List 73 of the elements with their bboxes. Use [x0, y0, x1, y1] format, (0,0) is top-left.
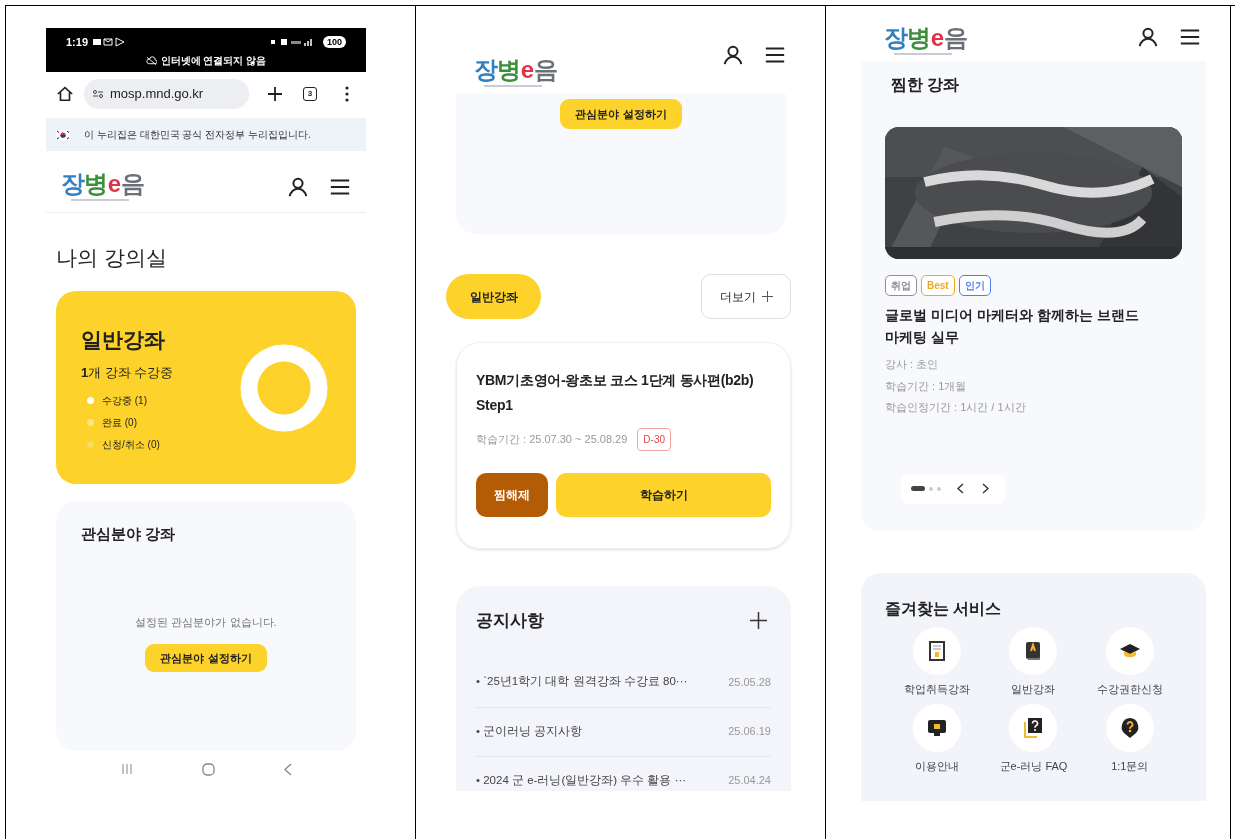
set-interest-button[interactable]: 관심분야 설정하기	[145, 644, 267, 672]
course-meta: 강사 : 초인	[885, 357, 940, 372]
site-settings-icon	[92, 89, 104, 99]
page-title: 나의 강의실	[56, 245, 168, 271]
legend-label: 수강중 (1)	[102, 393, 147, 408]
notice-title[interactable]: • 군이러닝 공지사항	[476, 722, 583, 741]
next-icon[interactable]	[982, 483, 989, 494]
site-logo[interactable]: 장병e음	[61, 172, 144, 201]
notice-title[interactable]: • 2024 군 e-러닝(일반강좌) 우수 활용 ···	[476, 771, 687, 790]
home-icon[interactable]	[56, 85, 74, 103]
tab-count[interactable]: 3	[303, 87, 317, 101]
service-item[interactable]: 일반강좌	[985, 627, 1082, 698]
course-title[interactable]: YBM기초영어-왕초보 코스 1단계 동사편(b2b) Step1	[476, 368, 771, 418]
card-title: 찜한 강좌	[891, 75, 961, 95]
menu-icon[interactable]	[764, 45, 786, 65]
site-logo[interactable]: 장병e음	[474, 58, 557, 87]
user-icon[interactable]	[1137, 26, 1159, 48]
course-meta: 학습인정기간 : 1시간 / 1시간	[885, 400, 1027, 415]
dday-badge: D-30	[637, 428, 672, 451]
notice-date: 25.06.19	[728, 724, 771, 740]
enrolled-count: 1개 강좌 수강중	[81, 364, 174, 382]
address-bar[interactable]: mosp.mnd.go.kr	[84, 79, 249, 109]
card-title: 관심분야 강좌	[81, 524, 176, 544]
service-label: 이용안내	[915, 758, 960, 774]
previous-icon[interactable]	[957, 483, 964, 494]
battery-level: 100	[322, 36, 346, 49]
course-title[interactable]: 글로벌 미디어 마케터와 함께하는 브랜드 마케팅 실무	[885, 304, 1182, 348]
course-summary-card[interactable]: 일반강좌 1개 강좌 수강중 수강중 (1) 완료 (0) 신청/취소 (0)	[56, 291, 356, 484]
card-title: 즐겨찾는 서비스	[885, 600, 1002, 617]
more-button[interactable]: 더보기	[701, 274, 791, 319]
course-meta: 학습기간 : 1개월	[885, 378, 968, 394]
service-item[interactable]: 1:1문의	[1081, 703, 1178, 774]
study-period: 학습기간 : 25.07.30 ~ 25.08.29	[476, 432, 628, 448]
study-button[interactable]: 학습하기	[556, 473, 771, 517]
service-label: 1:1문의	[1111, 758, 1149, 774]
home-button-icon[interactable]	[201, 762, 215, 776]
site-logo[interactable]: 장병e음	[884, 26, 967, 55]
more-icon[interactable]	[345, 86, 349, 102]
card-title: 공지사항	[476, 610, 544, 632]
service-label: 수강권한신청	[1096, 682, 1163, 697]
cloud-off-icon	[145, 55, 157, 65]
service-label: 군e-러닝 FAQ	[999, 758, 1068, 774]
user-icon[interactable]	[287, 175, 309, 198]
course-tag: Best	[921, 275, 955, 296]
notice-title[interactable]: • `25년1학기 대학 원격강좌 수강료 80···	[476, 673, 688, 691]
service-item[interactable]: 군e-러닝 FAQ	[985, 703, 1082, 774]
menu-icon[interactable]	[1179, 27, 1201, 47]
back-icon[interactable]	[283, 762, 292, 776]
plus-icon[interactable]	[750, 612, 767, 630]
unlike-button[interactable]: 찜해제	[476, 473, 548, 517]
flag-icon	[56, 129, 70, 140]
plus-icon	[761, 291, 773, 302]
set-interest-button[interactable]: 관심분야 설정하기	[560, 99, 682, 129]
card-title: 일반강좌	[81, 326, 166, 353]
new-tab-icon[interactable]	[267, 86, 283, 102]
offline-notice: 인터넷에 연결되지 않음	[160, 53, 267, 68]
service-item[interactable]: 학업취득강좌	[889, 627, 986, 698]
url-text: mosp.mnd.go.kr	[110, 85, 204, 104]
notice-date: 25.05.28	[728, 674, 771, 690]
service-item[interactable]: 이용안내	[889, 703, 986, 774]
legend-label: 완료 (0)	[102, 415, 137, 430]
clock-time: 1:19	[66, 35, 89, 50]
empty-message: 설정된 관심분야가 없습니다.	[135, 614, 277, 630]
course-tag: 인기	[958, 275, 991, 296]
service-item[interactable]: 수강권한신청	[1081, 627, 1178, 698]
service-label: 일반강좌	[1011, 682, 1056, 697]
user-icon[interactable]	[722, 44, 744, 66]
service-label: 학업취득강좌	[904, 682, 971, 697]
section-tab[interactable]: 일반강좌	[446, 274, 541, 319]
legend-label: 신청/취소 (0)	[102, 437, 160, 452]
gov-notice: 이 누리집은 대한민국 공식 전자정부 누리집입니다.	[84, 128, 311, 142]
course-tag: 취업	[885, 275, 917, 296]
notice-date: 25.04.24	[728, 773, 771, 789]
